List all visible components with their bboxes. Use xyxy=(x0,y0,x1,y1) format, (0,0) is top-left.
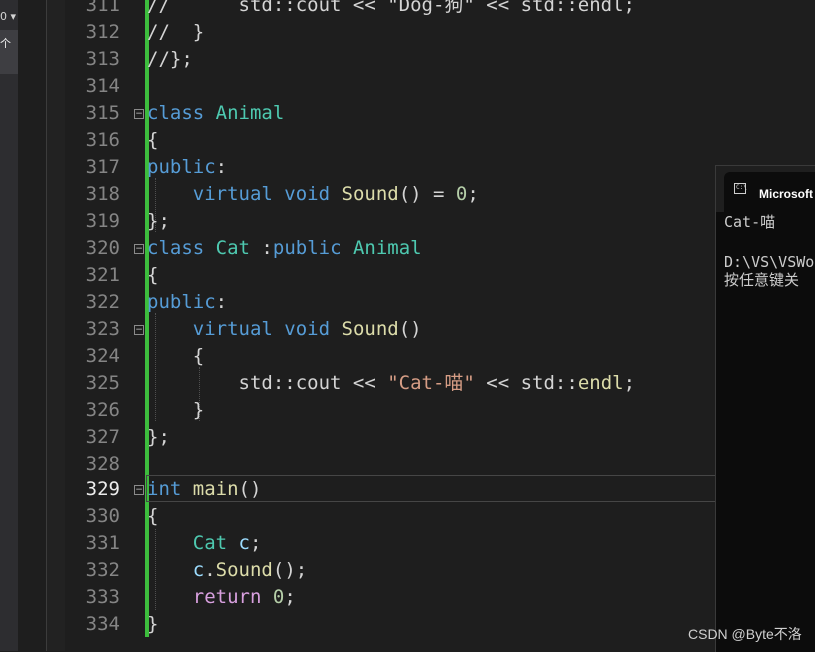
line-number: 314 xyxy=(85,75,120,97)
code-line[interactable]: 312 // } xyxy=(18,19,815,46)
line-number: 312 xyxy=(85,21,120,43)
line-number: 330 xyxy=(85,505,120,527)
code-line[interactable]: 323 − virtual void Sound() xyxy=(18,316,815,343)
code-text[interactable]: Cat c; xyxy=(147,530,262,557)
line-number: 321 xyxy=(85,264,120,286)
code-line[interactable]: 315 − class Animal xyxy=(18,100,815,127)
code-text[interactable]: // std::cout << "Dog-狗" << std::endl; xyxy=(147,0,635,19)
side-tab[interactable]: 个 xyxy=(0,30,18,74)
code-text[interactable]: //}; xyxy=(147,46,193,73)
code-line[interactable]: 326 } xyxy=(18,397,815,424)
line-number: 334 xyxy=(85,613,120,635)
collapse-icon[interactable]: − xyxy=(134,109,144,119)
line-number: 318 xyxy=(85,183,120,205)
collapse-icon[interactable]: − xyxy=(134,485,144,495)
code-text[interactable]: class Cat :public Animal xyxy=(147,235,422,262)
line-number: 317 xyxy=(85,156,120,178)
code-text[interactable]: }; xyxy=(147,208,170,235)
console-titlebar[interactable]: C:\ Microsoft xyxy=(716,166,815,212)
code-editor[interactable]: 311 // std::cout << "Dog-狗" << std::endl… xyxy=(18,0,815,651)
line-number: 324 xyxy=(85,345,120,367)
terminal-icon: C:\ xyxy=(734,183,747,194)
code-line[interactable]: 317 public: xyxy=(18,154,815,181)
line-number: 313 xyxy=(85,48,120,70)
code-text[interactable]: }; xyxy=(147,424,170,451)
code-text[interactable]: { xyxy=(147,503,158,530)
collapse-icon[interactable]: − xyxy=(134,244,144,254)
code-text[interactable]: std::cout << "Cat-喵" << std::endl; xyxy=(147,370,636,397)
console-output-line: Cat-喵 xyxy=(724,213,776,231)
line-number: 316 xyxy=(85,129,120,151)
code-text[interactable]: { xyxy=(147,262,158,289)
code-line[interactable]: 313 //}; xyxy=(18,46,815,73)
watermark: CSDN @Byte不洛 xyxy=(688,626,802,642)
code-line[interactable]: 329 − int main() xyxy=(18,476,815,503)
code-line[interactable]: 320 − class Cat :public Animal xyxy=(18,235,815,262)
code-text[interactable]: // } xyxy=(147,19,204,46)
code-line[interactable]: 314 xyxy=(18,73,815,100)
code-text[interactable]: { xyxy=(147,127,158,154)
line-number: 332 xyxy=(85,559,120,581)
code-text[interactable]: return 0; xyxy=(147,584,296,611)
line-number: 326 xyxy=(85,399,120,421)
line-number: 325 xyxy=(85,372,120,394)
code-text[interactable]: virtual void Sound() xyxy=(147,316,422,343)
line-number: 331 xyxy=(85,532,120,554)
line-number: 322 xyxy=(85,291,120,313)
code-line[interactable]: 311 // std::cout << "Dog-狗" << std::endl… xyxy=(18,0,815,19)
code-text[interactable]: int main() xyxy=(147,476,261,503)
code-line[interactable]: 331 Cat c; xyxy=(18,530,815,557)
code-line[interactable]: 333 return 0; xyxy=(18,584,815,611)
line-number: 333 xyxy=(85,586,120,608)
code-text[interactable]: } xyxy=(147,611,158,638)
code-text[interactable]: { xyxy=(147,343,204,370)
code-line[interactable]: 321 { xyxy=(18,262,815,289)
code-line[interactable]: 316 { xyxy=(18,127,815,154)
console-tab[interactable]: C:\ Microsoft xyxy=(724,172,815,212)
line-number: 320 xyxy=(85,237,120,259)
line-number: 319 xyxy=(85,210,120,232)
solution-explorer-edge: 0 ▾ 个 xyxy=(0,0,18,651)
side-tab-label: 个 xyxy=(0,37,11,50)
code-text[interactable]: public: xyxy=(147,289,227,316)
line-number-current: 329 xyxy=(85,478,120,500)
collapse-icon[interactable]: − xyxy=(134,325,144,335)
code-line[interactable]: 319 }; xyxy=(18,208,815,235)
code-line[interactable]: 332 c.Sound(); xyxy=(18,557,815,584)
code-text[interactable]: class Animal xyxy=(147,100,284,127)
line-number: 328 xyxy=(85,453,120,475)
console-output-line: D:\VS\VSWo xyxy=(724,253,815,271)
line-number: 323 xyxy=(85,318,120,340)
code-line[interactable]: 325 std::cout << "Cat-喵" << std::endl; xyxy=(18,370,815,397)
console-title: Microsoft xyxy=(759,187,813,201)
line-number: 315 xyxy=(85,102,120,124)
code-text[interactable]: public: xyxy=(147,154,227,181)
console-window[interactable]: C:\ Microsoft Cat-喵 D:\VS\VSWo 按任意键关 xyxy=(715,165,815,652)
code-line[interactable]: 318 virtual void Sound() = 0; xyxy=(18,181,815,208)
code-line[interactable]: 322 public: xyxy=(18,289,815,316)
code-text[interactable]: } xyxy=(147,397,204,424)
console-output-line: 按任意键关 xyxy=(724,271,800,289)
dropdown-glyph[interactable]: 0 ▾ xyxy=(0,6,18,28)
code-line[interactable]: 327 }; xyxy=(18,424,815,451)
line-number: 311 xyxy=(85,0,120,16)
code-line[interactable]: 328 xyxy=(18,451,815,478)
code-text[interactable]: c.Sound(); xyxy=(147,557,307,584)
code-text[interactable]: virtual void Sound() = 0; xyxy=(147,181,479,208)
line-number: 327 xyxy=(85,426,120,448)
code-line[interactable]: 330 { xyxy=(18,503,815,530)
code-line[interactable]: 324 { xyxy=(18,343,815,370)
